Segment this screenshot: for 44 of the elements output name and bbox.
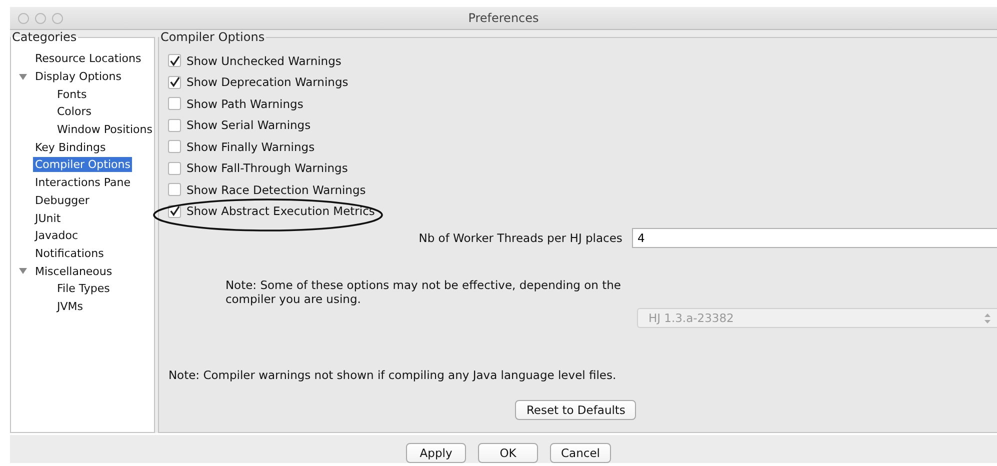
checkbox[interactable] bbox=[168, 54, 182, 68]
checkbox-label[interactable]: Show Fall-Through Warnings bbox=[186, 161, 348, 176]
dialog-button[interactable]: OK bbox=[478, 443, 538, 463]
checkbox[interactable] bbox=[168, 97, 182, 110]
checkbox-label[interactable]: Show Unchecked Warnings bbox=[186, 54, 342, 68]
updown-arrows-icon bbox=[984, 312, 991, 324]
checkbox-label[interactable]: Show Serial Warnings bbox=[186, 118, 311, 132]
category-item[interactable]: File Types bbox=[55, 281, 112, 296]
checkbox-label[interactable]: Show Deprecation Warnings bbox=[186, 75, 348, 90]
category-item[interactable]: JVMs bbox=[55, 298, 85, 314]
reset-button[interactable]: Reset to Defaults bbox=[515, 400, 636, 420]
note-text: Note: Compiler warnings not shown if compiling any Java language level files. bbox=[167, 367, 618, 382]
checkbox-label[interactable]: Show Finally Warnings bbox=[186, 140, 315, 154]
category-item[interactable]: Javadoc bbox=[33, 228, 80, 244]
category-item[interactable]: Fonts bbox=[55, 86, 89, 102]
checkbox[interactable] bbox=[168, 162, 182, 175]
category-item[interactable]: Notifications bbox=[33, 246, 106, 261]
category-item[interactable]: Miscellaneous bbox=[33, 264, 114, 279]
checkbox[interactable] bbox=[168, 183, 182, 196]
threads-label: Nb of Worker Threads per HJ places bbox=[418, 231, 622, 245]
window-control-icon[interactable] bbox=[35, 12, 46, 24]
category-item[interactable]: Window Positions bbox=[55, 122, 154, 138]
panel-title: Compiler Options bbox=[159, 30, 266, 44]
category-item[interactable]: Display Options bbox=[33, 69, 124, 84]
window-title: Preferences bbox=[468, 11, 539, 25]
window-control-icon[interactable] bbox=[52, 12, 63, 24]
category-item[interactable]: Compiler Options bbox=[33, 157, 132, 172]
panel-title: Categories bbox=[11, 30, 78, 44]
note-text: Note: Some of these options may not be effective, depending on the compiler you are using. bbox=[224, 277, 622, 306]
checkbox[interactable] bbox=[168, 76, 182, 89]
checkbox[interactable] bbox=[168, 140, 182, 154]
category-item[interactable]: Key Bindings bbox=[33, 140, 108, 155]
category-item[interactable]: Resource Locations bbox=[33, 51, 144, 66]
category-item[interactable]: Debugger bbox=[33, 192, 92, 208]
window-control-icon[interactable] bbox=[18, 12, 29, 24]
threads-input-field[interactable]: 4 bbox=[632, 228, 997, 248]
category-item[interactable]: Colors bbox=[55, 104, 94, 120]
category-item[interactable]: Interactions Pane bbox=[33, 175, 133, 190]
dialog-button[interactable]: Apply bbox=[406, 443, 466, 463]
dialog-button[interactable]: Cancel bbox=[550, 443, 611, 463]
category-item[interactable]: JUnit bbox=[33, 210, 63, 226]
checkbox-label[interactable]: Show Race Detection Warnings bbox=[186, 182, 366, 197]
checkbox-label[interactable]: Show Path Warnings bbox=[186, 96, 304, 111]
checkbox[interactable] bbox=[168, 118, 182, 132]
